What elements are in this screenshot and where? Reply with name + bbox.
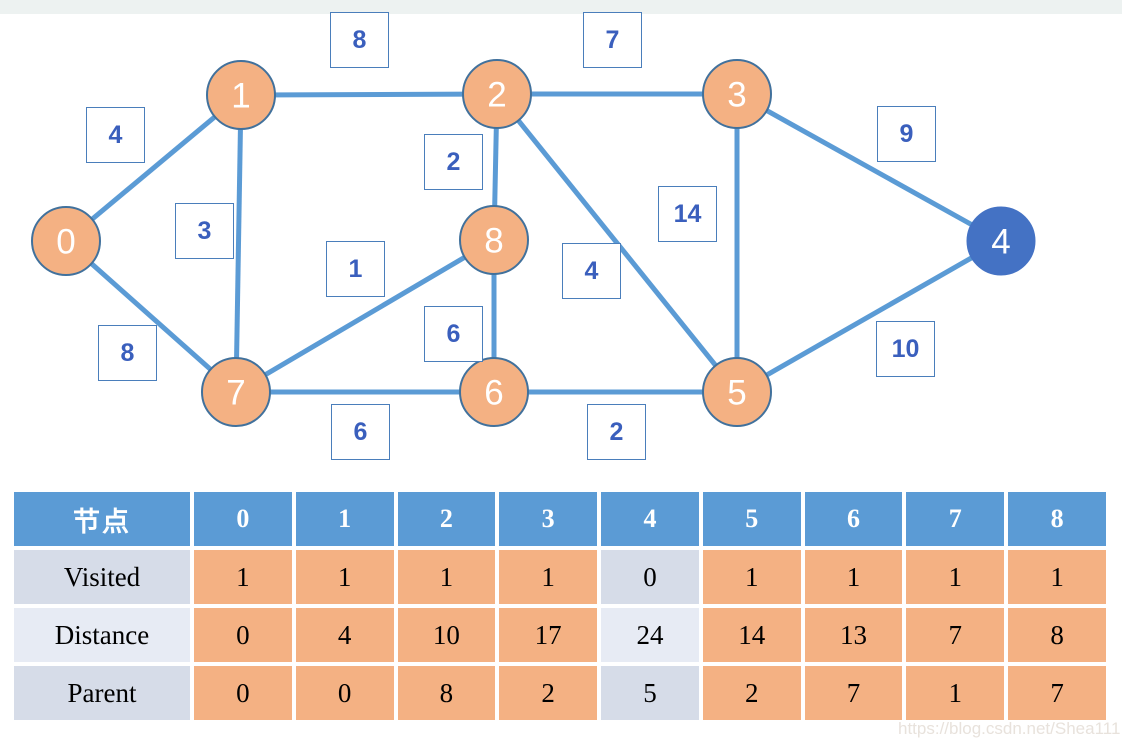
node-label: 4 [991, 223, 1010, 262]
graph-diagram: 012345678 4 8 8 3 7 2 4 14 9 10 2 6 6 1 [0, 12, 1122, 480]
node-label: 3 [727, 76, 746, 115]
graph-svg: 01 2 345678 [31, 59, 1036, 427]
table-cell-visited-1: 1 [295, 550, 394, 604]
edge-weight-n5-n6: 2 [587, 404, 646, 460]
graph-node-8[interactable]: 8 [459, 205, 529, 275]
table-cell-distance-0: 0 [194, 608, 292, 662]
node-label: 1 [231, 77, 250, 116]
table-column-header-1: 1 [295, 492, 394, 546]
table-cell-visited-6: 1 [804, 550, 903, 604]
table-row-label-distance: Distance [14, 608, 190, 662]
graph-edge [240, 91, 498, 98]
table-cell-visited-4: 0 [601, 550, 699, 604]
table-cell-parent-6: 7 [804, 666, 903, 720]
table-cell-distance-6: 13 [804, 608, 903, 662]
table-cell-distance-8: 8 [1008, 608, 1106, 662]
node-label: 2 [487, 76, 506, 115]
edge-weight-n6-n8: 6 [424, 306, 483, 362]
table-row: Visited 1 1 1 1 0 1 1 1 1 [14, 550, 1106, 604]
table-cell-parent-8: 7 [1008, 666, 1106, 720]
table-column-header-4: 4 [601, 492, 699, 546]
table-column-header-8: 8 [1008, 492, 1106, 546]
table-column-header-6: 6 [804, 492, 903, 546]
table-header: 节点 0 1 2 3 4 5 6 7 8 [14, 492, 1106, 546]
graph-node-3[interactable]: 3 [702, 59, 772, 129]
table-cell-distance-3: 17 [499, 608, 598, 662]
table-cell-visited-8: 1 [1008, 550, 1106, 604]
table-cell-distance-5: 14 [702, 608, 801, 662]
node-label: 0 [56, 223, 75, 262]
table-body: Visited 1 1 1 1 0 1 1 1 1 Distance 0 4 10 17 24 14 13 7 8 Pa… [14, 550, 1106, 720]
table-corner-header: 节点 [14, 492, 190, 546]
edge-weight-n3-n5: 14 [658, 186, 717, 242]
table-cell-visited-7: 1 [906, 550, 1005, 604]
edge-weight-n2-n8: 2 [424, 134, 483, 190]
table-column-header-3: 3 [499, 492, 598, 546]
edge-weight-n2-n3: 7 [583, 12, 642, 68]
table-cell-distance-7: 7 [906, 608, 1005, 662]
edge-weight-n7-n8: 1 [326, 241, 385, 297]
table-cell-parent-2: 8 [397, 666, 496, 720]
table-column-header-0: 0 [194, 492, 292, 546]
table-column-header-5: 5 [702, 492, 801, 546]
table-header-row: 节点 0 1 2 3 4 5 6 7 8 [14, 492, 1106, 546]
node-label: 7 [226, 374, 245, 413]
graph-node-1[interactable]: 1 [206, 60, 276, 130]
table-cell-distance-2: 10 [397, 608, 496, 662]
table-cell-parent-0: 0 [194, 666, 292, 720]
edge-weight-n0-n1: 4 [86, 107, 145, 163]
edge-weight-n1-n2: 8 [330, 12, 389, 68]
graph-node-5[interactable]: 5 [702, 357, 772, 427]
table-cell-distance-1: 4 [295, 608, 394, 662]
table-cell-parent-3: 2 [499, 666, 598, 720]
table-row: Parent 0 0 8 2 5 2 7 1 7 [14, 666, 1106, 720]
graph-node-2[interactable]: 2 [462, 59, 532, 129]
table-cell-parent-5: 2 [702, 666, 801, 720]
node-label: 8 [484, 222, 503, 261]
table-cell-visited-2: 1 [397, 550, 496, 604]
table-cell-visited-5: 1 [702, 550, 801, 604]
edge-weight-n3-n4: 9 [877, 106, 936, 162]
table-cell-distance-4: 24 [601, 608, 699, 662]
edge-weight-n4-n5: 10 [876, 321, 935, 377]
table-column-header-7: 7 [906, 492, 1005, 546]
graph-edge [735, 91, 1003, 244]
graph-node-7[interactable]: 7 [201, 357, 271, 427]
graph-edge [233, 94, 244, 393]
table-row-label-parent: Parent [14, 666, 190, 720]
node-label: 5 [727, 374, 746, 413]
table-cell-parent-1: 0 [295, 666, 394, 720]
edge-weight-n0-n7: 8 [98, 325, 157, 381]
table-row-label-visited: Visited [14, 550, 190, 604]
edge-weight-n6-n7: 6 [331, 404, 390, 460]
table-column-header-2: 2 [397, 492, 496, 546]
node-label: 6 [484, 374, 503, 413]
graph-edge [735, 238, 1003, 395]
table-cell-parent-4: 5 [601, 666, 699, 720]
table-row: Distance 0 4 10 17 24 14 13 7 8 [14, 608, 1106, 662]
graph-node-4[interactable]: 4 [966, 206, 1036, 276]
table-cell-visited-3: 1 [499, 550, 598, 604]
edge-weight-n1-n7: 3 [175, 203, 234, 259]
graph-node-6[interactable]: 6 [459, 357, 529, 427]
table-cell-parent-7: 1 [906, 666, 1005, 720]
graph-node-0[interactable]: 0 [31, 206, 101, 276]
edge-weight-n2-n5: 4 [562, 243, 621, 299]
table-cell-visited-0: 1 [194, 550, 292, 604]
dijkstra-state-table: 节点 0 1 2 3 4 5 6 7 8 Visited 1 1 1 1 0 1 1 1 1 Distance 0 4 10… [10, 488, 1110, 724]
